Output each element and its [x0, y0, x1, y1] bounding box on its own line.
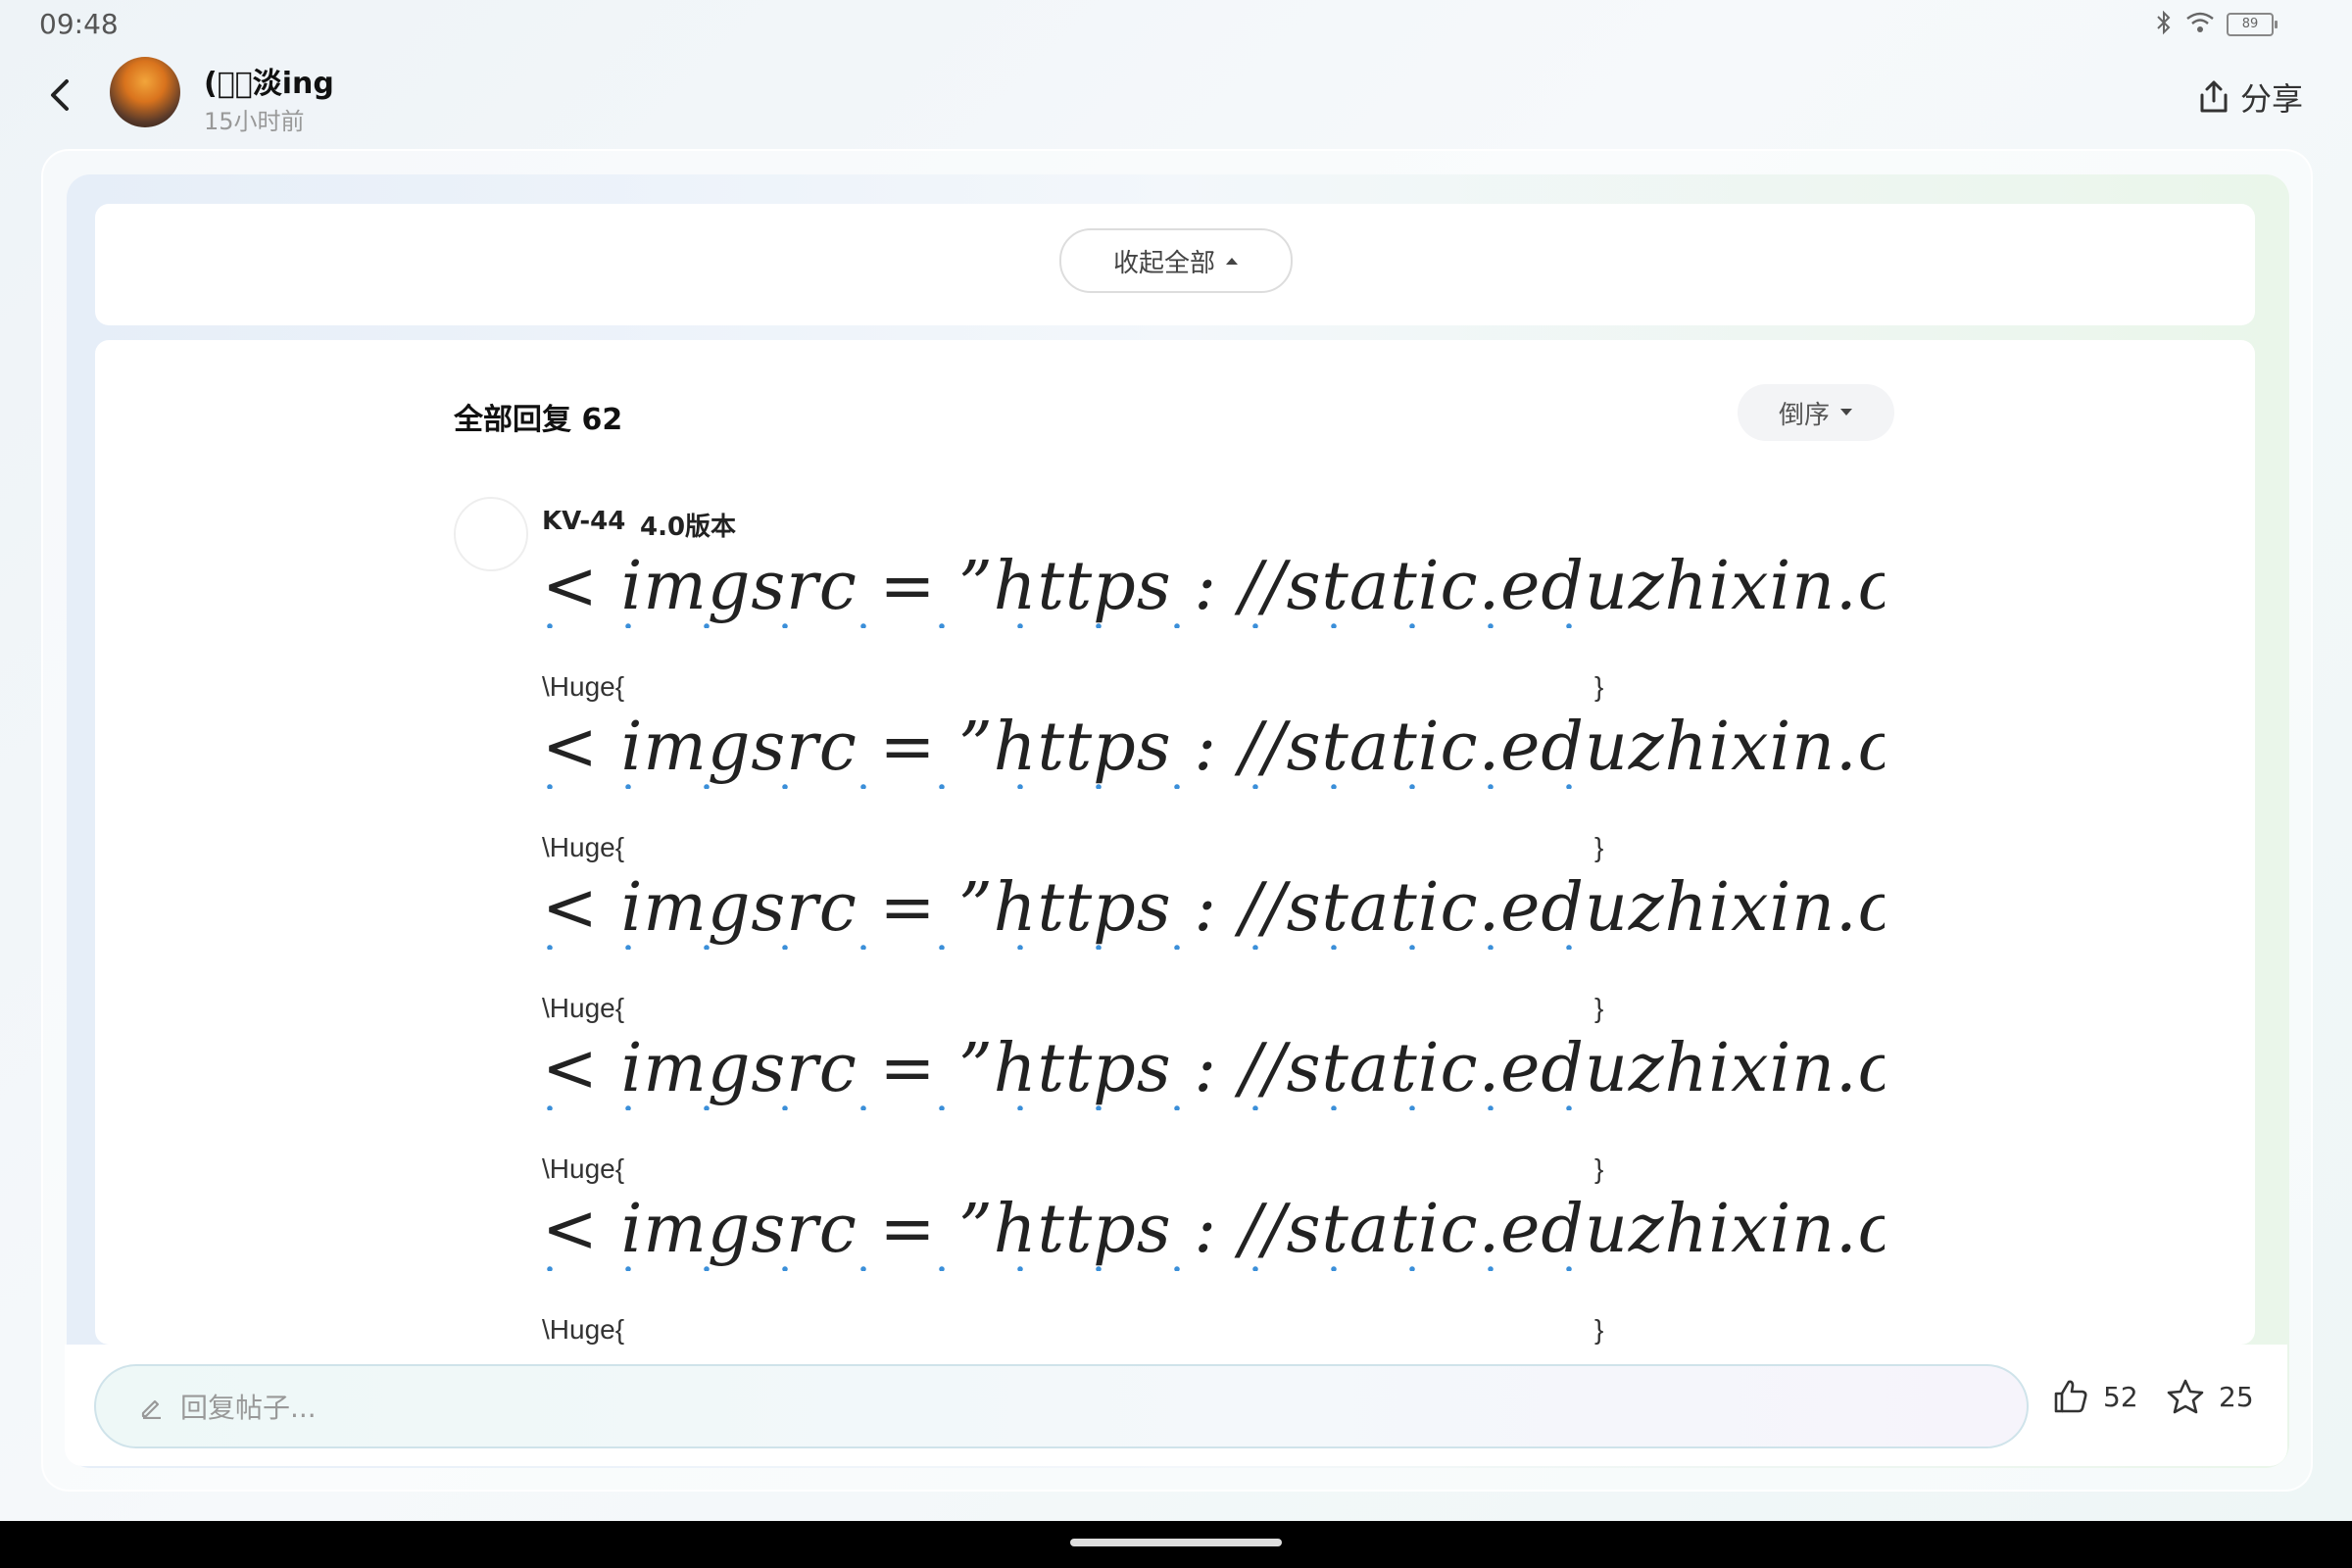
latex-close-brace: } — [1594, 1153, 1604, 1184]
latex-text: < imgsrc = ”https : //static.eduzhixin.c… — [542, 548, 1885, 625]
status-bar: 09:48 89 — [0, 0, 2352, 49]
latex-close-brace: } — [1594, 993, 1604, 1023]
latex-command: \Huge{ — [542, 671, 625, 702]
share-label: 分享 — [2239, 80, 2303, 118]
like-button[interactable]: 52 — [2052, 1378, 2138, 1415]
latex-text: < imgsrc = ”https : //static.eduzhixin.c… — [542, 1030, 1885, 1107]
latex-line: < imgsrc = ”https : //static.eduzhixin.c… — [542, 709, 1885, 865]
latex-command: \Huge{ — [542, 1153, 625, 1184]
latex-close-brace: } — [1594, 671, 1604, 702]
favorite-count: 25 — [2219, 1380, 2254, 1413]
latex-link-underline — [542, 783, 1620, 789]
pencil-icon — [141, 1399, 161, 1419]
reply-placeholder: 回复帖子... — [180, 1392, 317, 1424]
latex-link-underline — [542, 944, 1620, 950]
latex-line: < imgsrc = ”https : //static.eduzhixin.c… — [542, 1030, 1885, 1187]
author-name[interactable]: (ﾟﾟ淡ing — [204, 59, 334, 102]
latex-text: < imgsrc = ”https : //static.eduzhixin.c… — [542, 869, 1885, 947]
sort-label: 倒序 — [1778, 400, 1830, 430]
star-icon — [2167, 1379, 2204, 1414]
latex-link-underline — [542, 1265, 1620, 1271]
back-button[interactable] — [35, 71, 84, 120]
share-icon — [2200, 80, 2228, 113]
collapse-label: 收起全部 — [1112, 248, 1215, 278]
caret-up-icon — [1226, 258, 1238, 265]
latex-text: < imgsrc = ”https : //static.eduzhixin.c… — [542, 709, 1885, 786]
reply-author-name[interactable]: KV-44 — [542, 507, 625, 536]
latex-close-brace: } — [1594, 1314, 1604, 1345]
bottom-action-bar: 回复帖子... 52 25 — [65, 1345, 2287, 1466]
replies-panel: 全部回复 62 倒序 KV-44 4.0版本 < imgsrc = ”https… — [95, 340, 2255, 1345]
status-icons: 89 — [2154, 10, 2278, 39]
status-time: 09:48 — [39, 8, 119, 40]
battery-icon: 89 — [2227, 13, 2278, 36]
post-time: 15小时前 — [204, 108, 305, 135]
home-indicator[interactable] — [1070, 1539, 1282, 1546]
reply-item: KV-44 4.0版本 < imgsrc = ”https : //static… — [454, 497, 1983, 1345]
latex-command: \Huge{ — [542, 1314, 625, 1345]
favorite-button[interactable]: 25 — [2166, 1378, 2254, 1415]
latex-text: < imgsrc = ”https : //static.eduzhixin.c… — [542, 1191, 1885, 1268]
latex-link-underline — [542, 622, 1620, 628]
system-nav-bar — [0, 1521, 2352, 1568]
thumbs-up-icon — [2054, 1380, 2087, 1413]
wifi-icon — [2185, 11, 2215, 38]
reply-avatar[interactable] — [454, 497, 528, 571]
latex-line: < imgsrc = ”https : //static.eduzhixin.c… — [542, 1191, 1885, 1345]
bluetooth-icon — [2154, 10, 2174, 39]
author-avatar[interactable] — [110, 57, 180, 127]
collapse-panel: 收起全部 — [95, 204, 2255, 325]
collapse-all-button[interactable]: 收起全部 — [1059, 228, 1293, 293]
chevron-left-icon — [51, 79, 69, 111]
latex-close-brace: } — [1594, 832, 1604, 862]
latex-link-underline — [542, 1104, 1620, 1110]
reply-version-tag: 4.0版本 — [640, 513, 737, 542]
like-count: 52 — [2103, 1380, 2138, 1413]
share-button[interactable]: 分享 — [2197, 74, 2303, 120]
caret-down-icon — [1840, 409, 1852, 416]
latex-line: < imgsrc = ”https : //static.eduzhixin.c… — [542, 548, 1885, 705]
replies-count-title: 全部回复 62 — [454, 403, 623, 437]
latex-command: \Huge{ — [542, 832, 625, 862]
latex-line: < imgsrc = ”https : //static.eduzhixin.c… — [542, 869, 1885, 1026]
sort-order-button[interactable]: 倒序 — [1738, 384, 1894, 441]
post-header: (ﾟﾟ淡ing 15小时前 分享 — [0, 49, 2352, 147]
reply-input[interactable]: 回复帖子... — [94, 1364, 2029, 1448]
latex-command: \Huge{ — [542, 993, 625, 1023]
